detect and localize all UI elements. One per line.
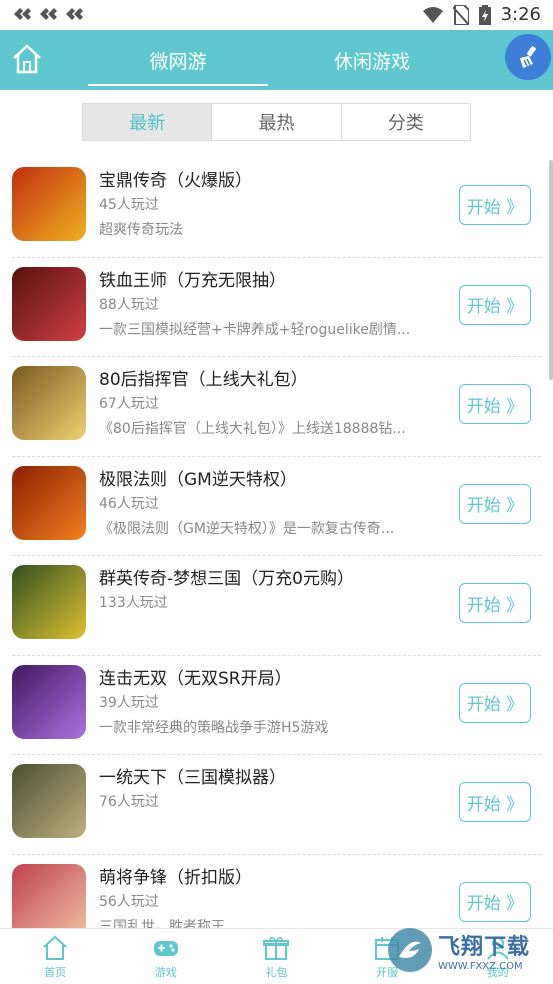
clean-button[interactable] xyxy=(505,34,551,80)
segment-hottest[interactable]: 最热 xyxy=(212,104,342,140)
game-description: 《极限法则（GM逆天特权）》是一款复古传奇... xyxy=(99,520,395,537)
nav-profile[interactable]: 我的 xyxy=(442,929,553,984)
start-button[interactable]: 开始 》 xyxy=(459,185,531,225)
home-icon xyxy=(43,935,67,960)
start-button[interactable]: 开始 》 xyxy=(459,284,531,325)
scrollbar[interactable] xyxy=(549,160,553,380)
game-players: 56人玩过 xyxy=(99,893,159,910)
tab-casual-games[interactable]: 休闲游戏 xyxy=(272,30,472,90)
game-title: 铁血王师（万充无限抽） xyxy=(99,270,286,291)
game-description: 一款三国模拟经营+卡牌养成+轻roguelike剧情... xyxy=(99,321,411,338)
game-description: 《80后指挥官（上线大礼包）》上线送18888钻... xyxy=(99,421,406,437)
gift-icon xyxy=(263,936,290,960)
game-title: 宝鼎传奇（火爆版） xyxy=(99,171,252,191)
nav-home[interactable]: 首页 xyxy=(0,929,111,984)
nav-label: 游戏 xyxy=(154,965,177,979)
sort-segmented-control: 最新 最热 分类 xyxy=(82,103,471,141)
game-icon[interactable] xyxy=(12,863,86,938)
game-icon[interactable] xyxy=(12,167,86,241)
game-row[interactable]: 一统天下（三国模拟器） 76人玩过 开始 》 xyxy=(12,755,541,855)
game-players: 67人玩过 xyxy=(99,396,159,412)
game-row[interactable]: 80后指挥官（上线大礼包） 67人玩过 《80后指挥官（上线大礼包）》上线送18… xyxy=(12,357,541,457)
start-button[interactable]: 开始 》 xyxy=(459,483,531,524)
game-row[interactable]: 铁血王师（万充无限抽） 88人玩过 一款三国模拟经营+卡牌养成+轻rogueli… xyxy=(12,258,541,357)
game-title: 连击无双（无双SR开局） xyxy=(99,668,292,689)
start-button[interactable]: 开始 》 xyxy=(459,682,531,723)
game-list: 宝鼎传奇（火爆版） 45人玩过 超爽传奇玩法 开始 》 铁血王师（万充无限抽） … xyxy=(0,158,553,954)
nav-gifts[interactable]: 礼包 xyxy=(221,929,332,984)
game-icon[interactable] xyxy=(12,465,86,540)
user-icon xyxy=(486,936,509,960)
game-icon[interactable] xyxy=(12,565,86,639)
game-players: 46人玩过 xyxy=(99,495,159,512)
nav-label: 我的 xyxy=(486,965,509,979)
nav-server-open[interactable]: 开服 xyxy=(332,929,443,984)
calendar-icon xyxy=(375,936,400,960)
home-button[interactable] xyxy=(10,42,44,76)
game-players: 88人玩过 xyxy=(99,296,159,313)
game-icon[interactable] xyxy=(12,266,86,341)
start-button[interactable]: 开始 》 xyxy=(459,384,531,424)
wifi-icon xyxy=(422,6,443,23)
game-icon[interactable] xyxy=(12,764,86,838)
notification-icon xyxy=(14,8,31,20)
start-button[interactable]: 开始 》 xyxy=(459,782,531,822)
no-sim-icon xyxy=(452,4,469,25)
game-row[interactable]: 连击无双（无双SR开局） 39人玩过 一款非常经典的策略战争手游H5游戏 开始 … xyxy=(12,656,541,755)
notification-icon xyxy=(66,8,83,20)
game-row[interactable]: 群英传奇-梦想三国（万充0元购） 133人玩过 开始 》 xyxy=(12,556,541,656)
nav-games[interactable]: 游戏 xyxy=(111,929,222,984)
game-row[interactable]: 极限法则（GM逆天特权） 46人玩过 《极限法则（GM逆天特权）》是一款复古传奇… xyxy=(12,457,541,556)
game-icon[interactable] xyxy=(12,664,86,739)
nav-label: 开服 xyxy=(376,965,399,979)
nav-label: 礼包 xyxy=(265,965,288,979)
top-header: 微网游 休闲游戏 xyxy=(0,30,553,90)
start-button[interactable]: 开始 》 xyxy=(459,881,531,922)
game-title: 80后指挥官（上线大礼包） xyxy=(99,370,308,390)
game-title: 一统天下（三国模拟器） xyxy=(99,768,286,788)
broom-icon xyxy=(520,46,536,68)
game-players: 133人玩过 xyxy=(99,595,168,611)
game-title: 萌将争锋（折扣版） xyxy=(99,867,252,888)
segment-category[interactable]: 分类 xyxy=(342,104,470,140)
start-button[interactable]: 开始 》 xyxy=(459,583,531,623)
battery-icon xyxy=(478,4,491,25)
bottom-nav: 首页 游戏 礼包 开服 我的 xyxy=(0,928,553,984)
game-title: 极限法则（GM逆天特权） xyxy=(99,469,297,490)
gamepad-icon xyxy=(153,940,178,956)
game-icon[interactable] xyxy=(12,366,86,440)
game-players: 39人玩过 xyxy=(99,694,159,711)
segment-latest[interactable]: 最新 xyxy=(83,104,213,140)
home-icon xyxy=(13,44,41,74)
game-description: 一款非常经典的策略战争手游H5游戏 xyxy=(99,719,329,736)
tab-micro-online-games[interactable]: 微网游 xyxy=(78,30,278,90)
game-title: 群英传奇-梦想三国（万充0元购） xyxy=(99,569,354,589)
nav-label: 首页 xyxy=(44,965,67,979)
game-players: 45人玩过 xyxy=(99,197,159,213)
notification-icons xyxy=(12,5,84,23)
game-description: 超爽传奇玩法 xyxy=(99,222,183,238)
game-players: 76人玩过 xyxy=(99,794,159,810)
notification-icon xyxy=(40,8,57,20)
status-time: 3:26 xyxy=(500,4,541,25)
game-row[interactable]: 宝鼎传奇（火爆版） 45人玩过 超爽传奇玩法 开始 》 xyxy=(12,158,541,258)
status-bar: 3:26 xyxy=(0,0,553,30)
